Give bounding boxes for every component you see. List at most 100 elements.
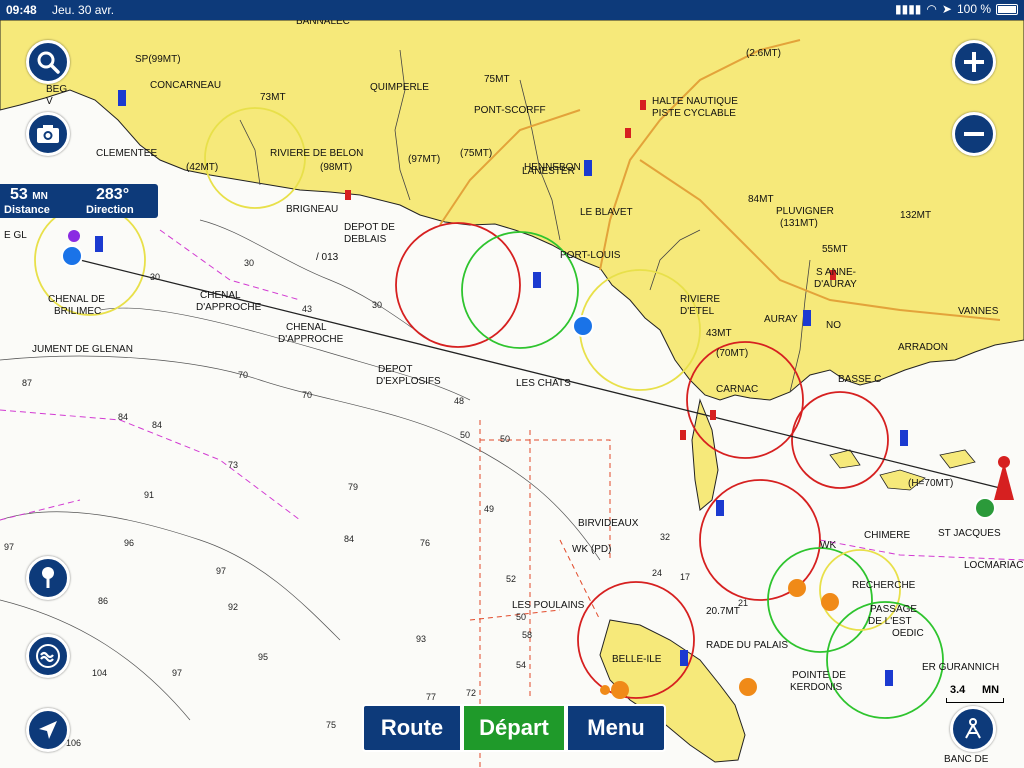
depth-value: 72: [466, 688, 476, 698]
navigation-readout[interactable]: 53 MN Distance 283° Direction: [0, 184, 158, 218]
map-label: (131MT): [780, 218, 818, 229]
depth-value: 91: [144, 490, 154, 500]
depth-value: 21: [738, 598, 748, 608]
map-label: RIVIERE DE BELON: [270, 148, 363, 159]
depth-value: 58: [522, 630, 532, 640]
direction-value: 283°: [96, 186, 130, 203]
map-label: BELLE-ILE: [612, 654, 662, 665]
map-label: RECHERCHE: [852, 580, 916, 591]
search-button[interactable]: [26, 40, 70, 84]
distance-label: Distance: [4, 204, 50, 216]
distance-readout: 53 MN: [10, 186, 48, 204]
depth-value: 30: [150, 272, 160, 282]
depth-value: 87: [22, 378, 32, 388]
layers-button[interactable]: [26, 634, 70, 678]
status-bar: 09:48 Jeu. 30 avr. ▮▮▮▮ ◠ ➤ 100 %: [0, 0, 1024, 20]
map-label: (42MT): [186, 162, 218, 173]
camera-icon: [37, 125, 59, 143]
distance-value: 53: [10, 186, 28, 203]
map-label: CHIMERE: [864, 530, 910, 541]
map-label: RADE DU PALAIS: [706, 640, 788, 651]
depth-value: 50: [460, 430, 470, 440]
map-label: (70MT): [716, 348, 748, 359]
locate-me-button[interactable]: [26, 708, 70, 752]
map-label: (75MT): [460, 148, 492, 159]
map-label: ER GURANNICH: [922, 662, 999, 673]
map-label: BEG: [46, 84, 67, 95]
depth-value: 30: [372, 300, 382, 310]
depth-value: 93: [416, 634, 426, 644]
menu-button[interactable]: Menu: [566, 704, 666, 752]
map-label: CARNAC: [716, 384, 758, 395]
map-label: DEBLAIS: [344, 234, 387, 245]
map-label: D'ETEL: [680, 306, 715, 317]
navigation-arrow-icon: [39, 721, 57, 739]
map-label: OEDIC: [892, 628, 924, 639]
map-label: D'APPROCHE: [278, 334, 344, 345]
zoom-in-button[interactable]: [952, 40, 996, 84]
map-label: ST JACQUES: [938, 528, 1001, 539]
sailboat-icon: [965, 718, 981, 739]
map-label: 20.7MT: [706, 606, 740, 617]
status-icons: ▮▮▮▮ ◠ ➤ 100 %: [895, 2, 1018, 16]
depart-button[interactable]: Départ: [462, 704, 566, 752]
map-label: 55MT: [822, 244, 848, 255]
map-label: WK (PD): [572, 544, 611, 555]
map-label: WK: [820, 540, 836, 551]
depth-value: 50: [516, 612, 526, 622]
signal-icon: ▮▮▮▮: [895, 2, 922, 16]
depth-value: 97: [4, 542, 14, 552]
map-label: LE BLAVET: [580, 207, 633, 218]
map-label: 84MT: [748, 194, 774, 205]
route-button[interactable]: Route: [362, 704, 462, 752]
waves-layers-icon: [36, 644, 60, 668]
map-label: (H=70MT): [908, 478, 953, 489]
map-label: VANNES: [958, 306, 999, 317]
depth-value: 97: [172, 668, 182, 678]
map-label: PONT-SCORFF: [474, 105, 546, 116]
status-date: Jeu. 30 avr.: [52, 3, 115, 17]
depth-value: 106: [66, 738, 81, 748]
map-label: BANC DE: [944, 754, 989, 765]
depth-value: 17: [680, 572, 690, 582]
map-label: RIVIERE: [680, 294, 720, 305]
map-label: 73MT: [260, 92, 286, 103]
depth-value: 77: [426, 692, 436, 702]
depth-value: 70: [238, 370, 248, 380]
status-time: 09:48: [6, 3, 37, 17]
map-label: BASSE C: [838, 374, 881, 385]
depth-value: 86: [98, 596, 108, 606]
map-label: / 013: [316, 252, 339, 263]
map-label: NO: [826, 320, 841, 331]
zoom-out-button[interactable]: [952, 112, 996, 156]
nautical-chart[interactable]: BANNALEC QUIMPERLE CONCARNEAU SP(99MT) 7…: [0, 0, 1024, 768]
battery-percent: 100 %: [956, 2, 991, 16]
waypoint-pin-button[interactable]: [26, 556, 70, 600]
depth-value: 76: [420, 538, 430, 548]
depth-value: 75: [326, 720, 336, 730]
scale-bar: [946, 698, 1004, 703]
map-label: 132MT: [900, 210, 931, 221]
depth-value: 52: [506, 574, 516, 584]
map-label: D'EXPLOSIFS: [376, 376, 441, 387]
depth-value: 95: [258, 652, 268, 662]
map-label: PISTE CYCLABLE: [652, 108, 736, 119]
map-label: LOCMARIAC: [964, 560, 1023, 571]
map-label: LES POULAINS: [512, 600, 585, 611]
anchor-alarm-button[interactable]: [950, 706, 996, 752]
map-label: D'APPROCHE: [196, 302, 262, 313]
map-label: DEPOT DE: [344, 222, 395, 233]
chart-scale: 3.4 MN: [946, 684, 1004, 704]
map-label: CHENAL DE: [48, 294, 105, 305]
depth-value: 97: [216, 566, 226, 576]
depth-value: 70: [302, 390, 312, 400]
map-label: POINTE DE: [792, 670, 846, 681]
map-label: 43MT: [706, 328, 732, 339]
camera-button[interactable]: [26, 112, 70, 156]
map-label: LES CHATS: [516, 378, 571, 389]
map-label: D'AURAY: [814, 279, 857, 290]
map-label: (97MT): [408, 154, 440, 165]
pin-icon: [42, 567, 54, 588]
map-label: BRILIMEC: [54, 306, 101, 317]
map-label: 75MT: [484, 74, 510, 85]
